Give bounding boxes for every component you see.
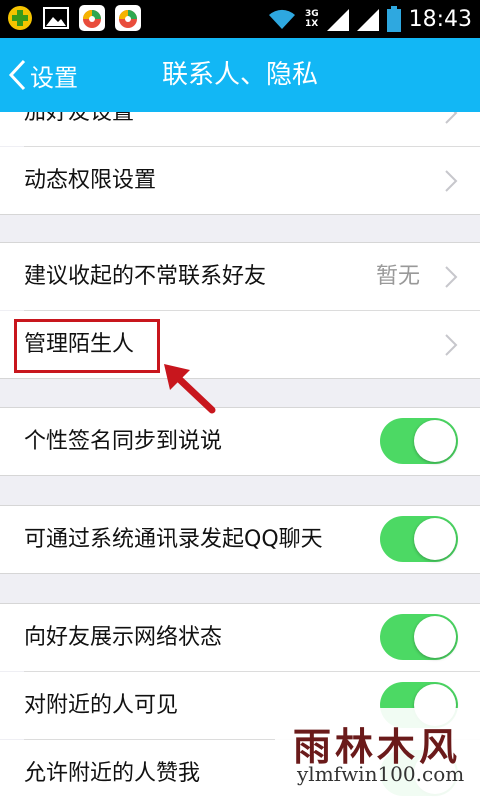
nav-header: 联系人、隐私 设置 xyxy=(0,38,480,112)
signal-icon xyxy=(326,9,349,31)
chevron-right-icon xyxy=(445,334,458,356)
suggest-collapse-row[interactable]: 建议收起的不常联系好友 暂无 xyxy=(0,243,480,310)
clock: 18:43 xyxy=(408,6,472,32)
settings-list: 加好友设置 动态权限设置 建议收起的不常联系好友 暂无 管理陌生人 个性签名同步… xyxy=(0,112,480,800)
notification-icons xyxy=(6,4,142,32)
qq-chat-contacts-row: 可通过系统通讯录发起QQ聊天 xyxy=(0,506,480,573)
chevron-right-icon xyxy=(445,266,458,288)
chevron-right-icon xyxy=(445,170,458,192)
image-icon xyxy=(43,7,69,29)
section-border xyxy=(0,475,480,476)
row-label: 可通过系统通讯录发起QQ聊天 xyxy=(24,527,323,552)
row-label: 对附近的人可见 xyxy=(24,693,179,718)
annotation-highlight-box xyxy=(14,319,160,373)
watermark-url: ylmfwin100.com xyxy=(297,762,465,786)
row-label: 允许附近的人赞我 xyxy=(24,761,201,786)
chevron-left-icon xyxy=(8,59,26,91)
dynamic-permission-row[interactable]: 动态权限设置 xyxy=(0,147,480,214)
row-label: 动态权限设置 xyxy=(24,168,157,193)
back-button[interactable]: 设置 xyxy=(8,38,78,112)
watermark: 雨林木风 ylmfwin100.com xyxy=(275,708,480,800)
section-border xyxy=(0,378,480,379)
toggle-knob xyxy=(414,518,456,560)
row-value: 暂无 xyxy=(375,264,420,289)
add-friend-settings-row[interactable]: 加好友设置 xyxy=(0,112,480,146)
battery-icon xyxy=(386,6,401,32)
show-network-toggle[interactable] xyxy=(380,614,458,660)
game-plus-icon xyxy=(8,6,32,30)
row-label: 建议收起的不常联系好友 xyxy=(24,264,267,289)
app-store-icon xyxy=(115,5,141,31)
system-status: 3G 1X 18:43 xyxy=(267,0,472,38)
back-label: 设置 xyxy=(30,63,78,92)
signature-sync-row: 个性签名同步到说说 xyxy=(0,408,480,475)
row-label: 向好友展示网络状态 xyxy=(24,625,223,650)
toggle-knob xyxy=(414,616,456,658)
status-bar: 3G 1X 18:43 xyxy=(0,0,480,38)
chevron-right-icon xyxy=(445,112,458,124)
wifi-icon xyxy=(268,9,295,29)
row-label: 个性签名同步到说说 xyxy=(24,429,223,454)
qq-chat-contacts-toggle[interactable] xyxy=(380,516,458,562)
section-border xyxy=(0,573,480,574)
toggle-knob xyxy=(414,420,456,462)
signature-sync-toggle[interactable] xyxy=(380,418,458,464)
show-network-row: 向好友展示网络状态 xyxy=(0,604,480,671)
signal-icon xyxy=(356,9,379,31)
row-label: 加好友设置 xyxy=(24,112,135,125)
app-store-icon xyxy=(79,5,105,31)
network-type: 3G 1X xyxy=(304,9,319,29)
section-border xyxy=(0,214,480,215)
annotation-arrow-icon xyxy=(164,364,216,414)
